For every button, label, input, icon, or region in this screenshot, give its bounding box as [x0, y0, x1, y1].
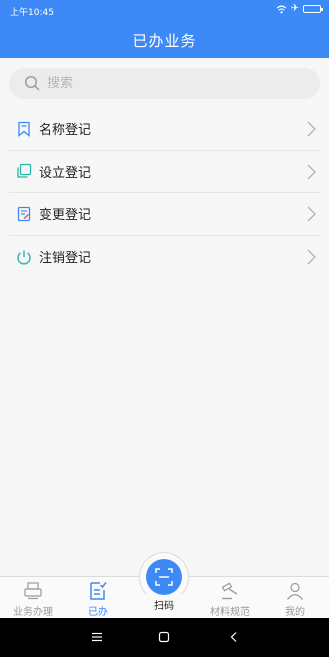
- search-bar[interactable]: [9, 68, 320, 99]
- tab-label: 已办: [88, 607, 108, 618]
- tab-label: 材料规范: [210, 607, 250, 618]
- list-item-cancellation-registration[interactable]: 注销登记: [9, 236, 320, 279]
- list-item-change-registration[interactable]: 变更登记: [9, 193, 320, 236]
- power-icon: [17, 250, 31, 265]
- wifi-icon: [276, 5, 286, 13]
- list-item-label: 名称登记: [39, 123, 92, 139]
- list-item-label: 变更登记: [39, 208, 92, 224]
- airplane-mode-icon: ✈: [290, 3, 299, 14]
- user-icon: [287, 582, 303, 600]
- system-nav-bar: [0, 618, 329, 657]
- scan-icon: [155, 568, 173, 586]
- copy-icon: [17, 164, 32, 178]
- search-icon: [24, 75, 40, 91]
- menu-icon[interactable]: [91, 631, 103, 643]
- scan-button-ring: [139, 552, 189, 602]
- gavel-icon: [221, 582, 238, 600]
- tab-label: 业务办理: [13, 607, 53, 618]
- chevron-right-icon: [307, 249, 316, 264]
- tab-label: 我的: [285, 607, 305, 618]
- home-icon[interactable]: [158, 631, 170, 643]
- document-edit-icon: [17, 206, 31, 221]
- tab-done[interactable]: 已办: [73, 577, 123, 619]
- checklist-icon: [90, 582, 107, 600]
- chevron-right-icon: [307, 164, 316, 179]
- list-item-label: 注销登记: [39, 251, 92, 267]
- back-icon[interactable]: [228, 631, 240, 643]
- status-icons: ✈: [276, 3, 323, 14]
- tab-business[interactable]: 业务办理: [8, 577, 58, 619]
- tab-label: 扫码: [154, 601, 174, 612]
- app-header: 上午10:45 ✈ 已办业务: [0, 0, 329, 58]
- tab-scan[interactable]: 扫码: [139, 552, 189, 618]
- list-item-establishment-registration[interactable]: 设立登记: [9, 151, 320, 193]
- chevron-right-icon: [307, 121, 316, 137]
- status-bar: 上午10:45 ✈: [0, 0, 329, 20]
- list-item-name-registration[interactable]: 名称登记: [9, 108, 320, 151]
- list-item-label: 设立登记: [39, 165, 92, 181]
- status-time: 上午10:45: [10, 8, 54, 18]
- page-title: 已办业务: [132, 32, 197, 50]
- tab-mine[interactable]: 我的: [270, 577, 320, 619]
- printer-icon: [24, 582, 42, 600]
- chevron-right-icon: [307, 206, 316, 222]
- battery-icon: [303, 5, 323, 13]
- bookmark-icon: [18, 121, 30, 137]
- scan-button[interactable]: [146, 559, 182, 595]
- search-input[interactable]: [47, 76, 287, 91]
- business-list: 名称登记 设立登记 变更登记 注销登记: [0, 108, 329, 278]
- tab-materials[interactable]: 材料规范: [205, 577, 255, 619]
